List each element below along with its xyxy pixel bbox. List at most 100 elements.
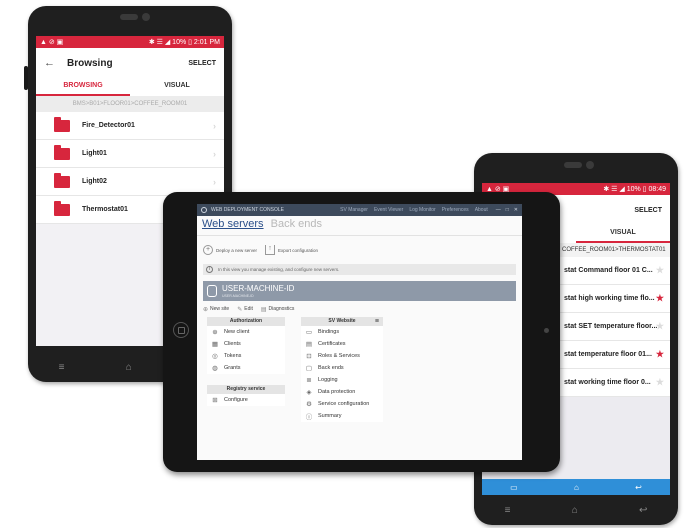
tab-browsing[interactable]: BROWSING xyxy=(36,78,130,96)
info-text: In this view you manage existing, and co… xyxy=(218,267,340,272)
list-item-label: stat high working time flo... xyxy=(564,295,655,302)
server-subtitle: USER-MACHINE-ID xyxy=(222,293,254,298)
diagnostics-button[interactable]: Diagnostics xyxy=(269,306,295,312)
certificate-icon: ▤ xyxy=(305,341,313,348)
menu-item-preferences[interactable]: Preferences xyxy=(442,207,469,213)
action-bar: + Deploy a new server ↑ Export configura… xyxy=(197,240,522,260)
list-item-label: stat Command floor 01 C... xyxy=(564,267,653,274)
list-item[interactable]: Light01 › xyxy=(36,140,224,168)
back-arrow-icon[interactable]: ← xyxy=(44,57,55,69)
chevron-right-icon: › xyxy=(213,176,216,187)
sv-website-panel: SV Website ≡ ▭ Bindings ▤ Certificates ⊡… xyxy=(301,317,383,422)
edit-button[interactable]: Edit xyxy=(244,306,253,312)
panel-title: Registry service xyxy=(207,385,285,394)
edit-icon: ✎ xyxy=(237,306,243,313)
phone-nav-bar: ≡ ⌂ ↩ xyxy=(474,495,678,525)
list-item-label: stat SET temperature floor... xyxy=(564,323,658,330)
panel-item-label: Configure xyxy=(224,397,248,403)
menu-item-event-viewer[interactable]: Event Viewer xyxy=(374,207,403,213)
menu-item-log-monitor[interactable]: Log Monitor xyxy=(409,207,435,213)
info-icon: ⓘ xyxy=(305,414,313,421)
tablet-home-button xyxy=(173,322,189,338)
minimize-button[interactable]: — xyxy=(496,207,501,213)
panel-item-data-protection[interactable]: ◈ Data protection xyxy=(301,386,383,398)
star-icon[interactable]: ★ xyxy=(656,349,664,360)
panel-item-roles-services[interactable]: ⊡ Roles & Services xyxy=(301,350,383,362)
breadcrumb: BMS>B01>FLOOR01>COFFEE_ROOM01 xyxy=(36,96,224,112)
panel-item-logging[interactable]: ≣ Logging xyxy=(301,374,383,386)
panel-item-summary[interactable]: ⓘ Summary xyxy=(301,410,383,422)
panel-item-label: Service configuration xyxy=(318,401,370,407)
panel-item-label: Bindings xyxy=(318,329,340,335)
plus-icon[interactable]: + xyxy=(203,245,213,255)
deploy-server-button[interactable]: Deploy a new server xyxy=(216,248,257,253)
page-title: Browsing xyxy=(67,57,113,69)
plus-circle-icon: ⊕ xyxy=(212,329,218,336)
phone-speaker xyxy=(564,162,582,168)
star-icon[interactable]: ★ xyxy=(656,265,664,276)
server-header[interactable]: USER-MACHINE-ID USER-MACHINE-ID xyxy=(203,281,516,301)
close-button[interactable]: ✕ xyxy=(514,207,518,213)
tab-bar: BROWSING VISUAL xyxy=(36,78,224,96)
list-item-label: Light02 xyxy=(82,178,107,185)
home-icon[interactable]: ⌂ xyxy=(572,505,578,516)
folder-icon xyxy=(54,172,70,188)
tab-visual[interactable]: VISUAL xyxy=(576,225,670,243)
home-icon[interactable]: ⌂ xyxy=(126,362,132,373)
panel-item-bindings[interactable]: ▭ Bindings xyxy=(301,326,383,338)
gear-icon: ⚙ xyxy=(306,401,312,408)
folder-icon xyxy=(54,200,70,216)
tablet-camera xyxy=(544,328,549,333)
star-icon[interactable]: ★ xyxy=(656,293,664,304)
export-configuration-button[interactable]: Export configuration xyxy=(278,248,318,253)
panel-title-text: SV Website xyxy=(328,318,356,324)
recents-icon[interactable]: ▭ xyxy=(510,483,518,492)
menu-icon[interactable]: ≡ xyxy=(505,505,511,516)
server-actions: ⊕ New site ✎ Edit ▤ Diagnostics xyxy=(197,303,522,315)
database-icon xyxy=(207,285,217,297)
folder-icon xyxy=(54,116,70,132)
back-icon[interactable]: ↩ xyxy=(635,483,642,492)
tab-visual[interactable]: VISUAL xyxy=(130,78,224,96)
select-button[interactable]: SELECT xyxy=(188,60,216,67)
token-icon: ◎ xyxy=(212,353,218,360)
panel-item-configure[interactable]: ⊞ Configure xyxy=(207,394,285,406)
menu-item-about[interactable]: About xyxy=(475,207,488,213)
panel-item-certificates[interactable]: ▤ Certificates xyxy=(301,338,383,350)
menu-item-sv-manager[interactable]: SV Manager xyxy=(340,207,368,213)
star-icon[interactable]: ★ xyxy=(656,377,664,388)
folder-icon xyxy=(54,144,70,160)
panel-item-back-ends[interactable]: ▢ Back ends xyxy=(301,362,383,374)
volume-button xyxy=(24,66,28,90)
list-item-label: Fire_Detector01 xyxy=(82,122,135,129)
tab-back-ends[interactable]: Back ends xyxy=(271,218,322,230)
tab-web-servers[interactable]: Web servers xyxy=(202,218,264,230)
roles-icon: ⊡ xyxy=(306,353,312,360)
back-icon[interactable]: ↩ xyxy=(639,505,647,516)
home-icon[interactable]: ⌂ xyxy=(574,483,579,492)
panel-item-label: Data protection xyxy=(318,389,356,395)
select-button[interactable]: SELECT xyxy=(634,207,662,214)
panel-item-service-configuration[interactable]: ⚙ Service configuration xyxy=(301,398,383,410)
export-icon[interactable]: ↑ xyxy=(265,245,276,255)
panel-item-label: Tokens xyxy=(224,353,242,359)
maximize-button[interactable]: □ xyxy=(506,207,509,213)
list-item[interactable]: Fire_Detector01 › xyxy=(36,112,224,140)
menu-icon[interactable]: ≡ xyxy=(59,362,65,373)
logging-icon: ≣ xyxy=(306,377,312,384)
star-icon[interactable]: ★ xyxy=(656,321,664,332)
app-bar: ← Browsing SELECT xyxy=(36,48,224,78)
hamburger-menu-icon[interactable]: ≡ xyxy=(375,317,379,326)
plus-circle-icon: ⊕ xyxy=(203,306,209,313)
panel-item-tokens[interactable]: ◎ Tokens xyxy=(207,350,285,362)
panel-item-grants[interactable]: ◍ Grants xyxy=(207,362,285,374)
list-item-label: Thermostat01 xyxy=(82,206,128,213)
panel-item-new-client[interactable]: ⊕ New client xyxy=(207,326,285,338)
panel-item-clients[interactable]: ▦ Clients xyxy=(207,338,285,350)
new-site-button[interactable]: New site xyxy=(210,306,229,312)
authorization-panel: Authorization ⊕ New client ▦ Clients ◎ T… xyxy=(207,317,285,374)
panel-item-label: Logging xyxy=(318,377,338,383)
panel-title: Authorization xyxy=(207,317,285,326)
list-item-label: stat temperature floor 01... xyxy=(564,351,652,358)
window-title: WEB DEPLOYMENT CONSOLE xyxy=(211,207,284,213)
